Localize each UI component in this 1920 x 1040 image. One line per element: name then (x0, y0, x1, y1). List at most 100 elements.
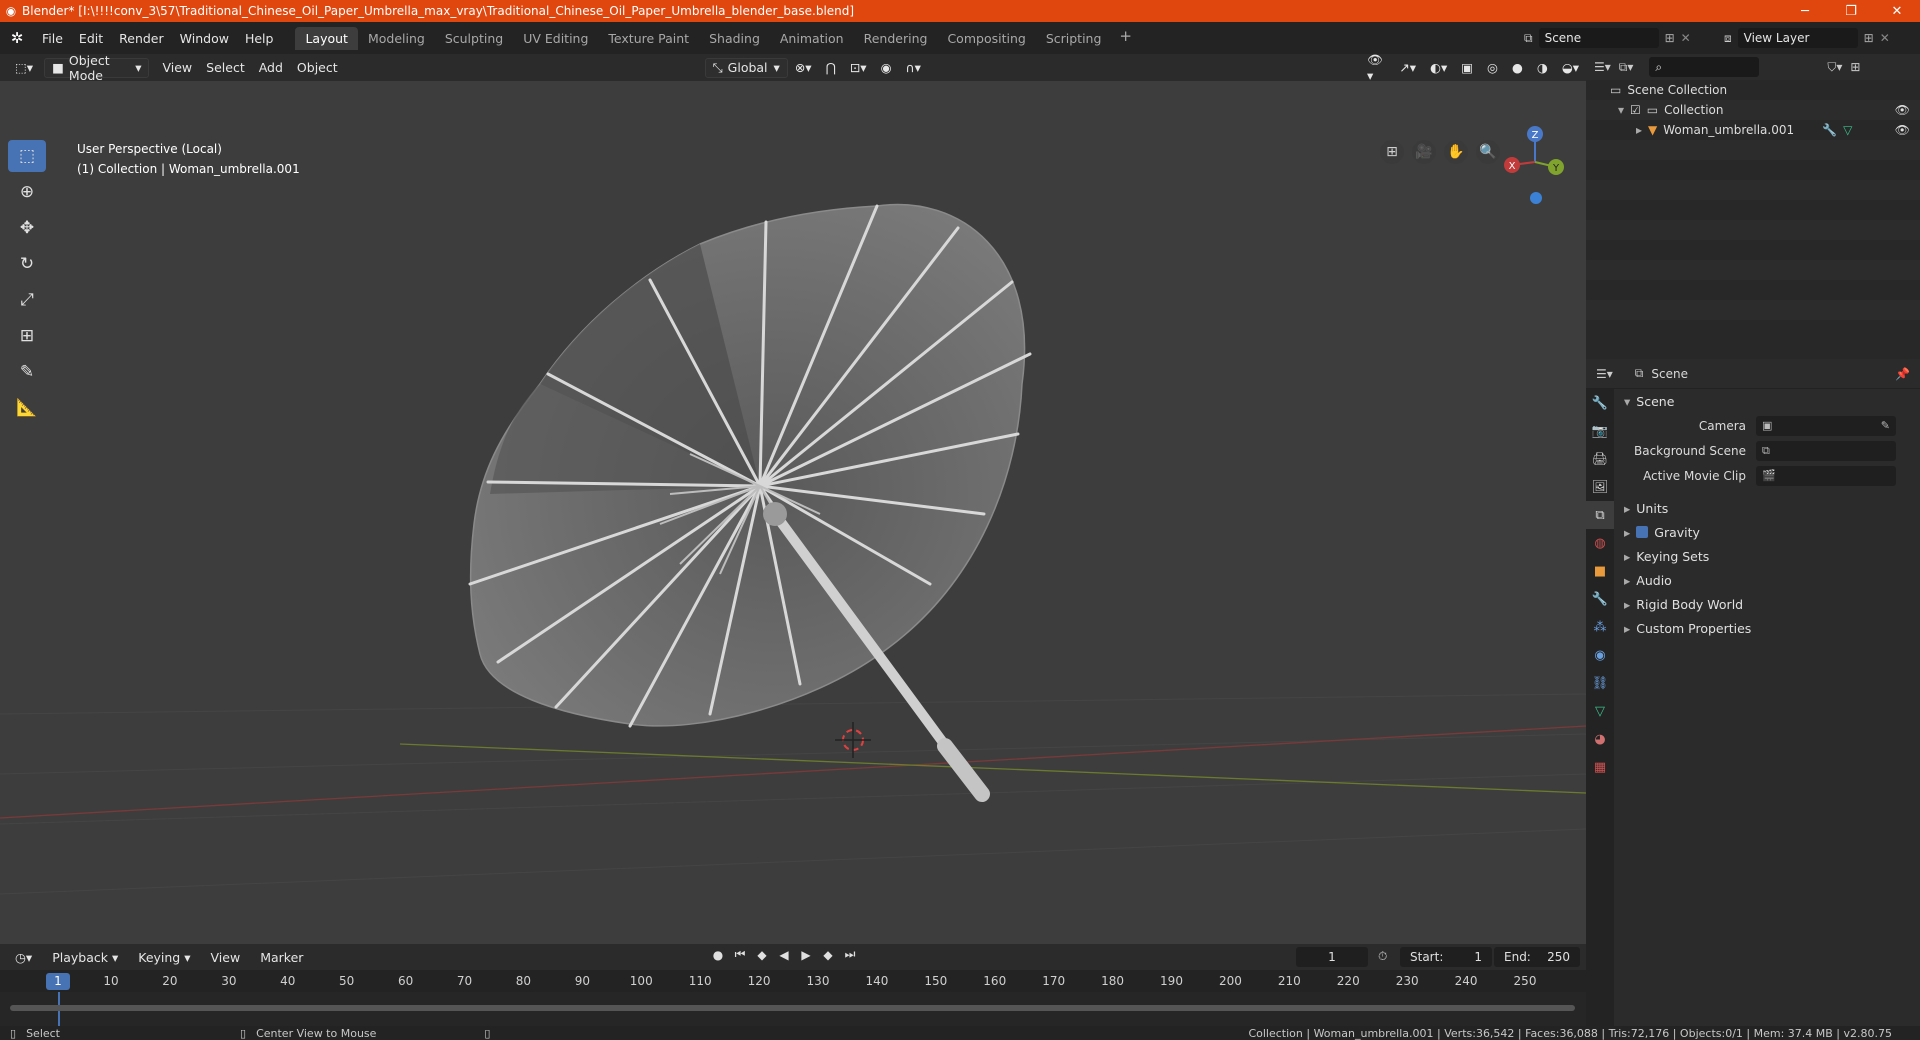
audio-panel[interactable]: ▸ Audio (1614, 568, 1920, 592)
snap-target-icon[interactable]: ⊡▾ (843, 58, 874, 78)
eye-icon[interactable]: 👁 (1895, 103, 1910, 117)
render-tab-icon[interactable]: 📷 (1586, 417, 1614, 445)
timeline-ruler[interactable]: 1 11020304050607080901001101201301401501… (0, 970, 1586, 992)
end-frame-field[interactable]: End: 250 (1494, 947, 1580, 967)
rigid-body-world-panel[interactable]: ▸ Rigid Body World (1614, 592, 1920, 616)
physics-tab-icon[interactable]: ◉ (1586, 641, 1614, 669)
proportional-edit-icon[interactable]: ◉ (874, 58, 899, 78)
umbrella-model[interactable] (468, 203, 1032, 802)
jump-end-icon[interactable]: ⏭ (842, 947, 858, 962)
new-view-layer-icon[interactable]: ⊞ (1864, 31, 1874, 45)
eye-icon[interactable]: 👁 (1895, 123, 1910, 137)
transform-orientation-dropdown[interactable]: ⤡ Global ▾ (704, 57, 788, 78)
expand-arrow-icon[interactable]: ▸ (1636, 123, 1642, 137)
rotate-tool-icon[interactable]: ↻ (8, 248, 46, 280)
particles-tab-icon[interactable]: ⁂ (1586, 613, 1614, 641)
gravity-panel[interactable]: ▸ Gravity (1614, 520, 1920, 544)
transform-tool-icon[interactable]: ⊞ (8, 320, 46, 352)
jump-start-icon[interactable]: ⏮ (732, 947, 748, 962)
current-frame-field[interactable]: 1 (1296, 947, 1368, 967)
menu-keying[interactable]: Keying ▾ (131, 947, 197, 967)
navigation-gizmo[interactable]: Z X Y (1504, 126, 1564, 204)
tab-texture-paint[interactable]: Texture Paint (598, 27, 699, 50)
scene-tab-icon[interactable]: ⧉ (1586, 501, 1614, 529)
pin-icon[interactable]: 📌 (1895, 367, 1910, 381)
mesh-data-icon[interactable]: ▽ (1843, 123, 1852, 137)
modifier-tab-icon[interactable]: 🔧 (1586, 585, 1614, 613)
tab-sculpting[interactable]: Sculpting (435, 27, 513, 50)
collection-checkbox[interactable]: ☑ (1630, 103, 1641, 117)
tab-uv-editing[interactable]: UV Editing (513, 27, 598, 50)
next-keyframe-icon[interactable]: ◆ (820, 948, 836, 962)
overlay-toggle-icon[interactable]: ◐▾ (1423, 58, 1454, 78)
prev-keyframe-icon[interactable]: ◆ (754, 948, 770, 962)
maximize-button[interactable]: ❐ (1828, 4, 1874, 19)
pan-view-icon[interactable]: ✋ (1444, 140, 1468, 164)
xray-toggle-icon[interactable]: ▣ (1454, 58, 1480, 78)
camera-view-icon[interactable]: 🎥 (1412, 140, 1436, 164)
clock-icon[interactable]: ⏱ (1378, 949, 1387, 964)
keying-sets-panel[interactable]: ▸ Keying Sets (1614, 544, 1920, 568)
menu-timeline-view[interactable]: View (204, 947, 248, 967)
tool-tab-icon[interactable]: 🔧 (1586, 389, 1614, 417)
annotate-tool-icon[interactable]: ✎ (8, 356, 46, 388)
background-scene-field[interactable]: ⧉ (1756, 440, 1896, 461)
world-tab-icon[interactable]: ◍ (1586, 529, 1614, 557)
ortho-toggle-icon[interactable]: ⊞ (1380, 140, 1404, 164)
menu-render[interactable]: Render (111, 31, 172, 46)
tab-compositing[interactable]: Compositing (937, 27, 1035, 50)
movie-clip-field[interactable]: 🎬 (1756, 465, 1896, 486)
record-icon[interactable]: ● (710, 948, 726, 962)
timeline-editor-icon[interactable]: ◷▾ (8, 947, 39, 967)
units-panel[interactable]: ▸ Units (1614, 496, 1920, 520)
menu-playback[interactable]: Playback ▾ (45, 947, 125, 967)
object-tab-icon[interactable]: ■ (1586, 557, 1614, 585)
play-reverse-icon[interactable]: ◀ (776, 948, 792, 962)
outliner-editor-icon[interactable]: ☰▾ (1594, 60, 1611, 74)
new-collection-icon[interactable]: ⊞ (1850, 60, 1860, 74)
tab-rendering[interactable]: Rendering (854, 27, 938, 50)
menu-object[interactable]: Object (290, 58, 345, 78)
gravity-checkbox[interactable] (1636, 526, 1649, 538)
properties-editor-icon[interactable]: ☰▾ (1596, 367, 1613, 381)
display-mode-icon[interactable]: ⧉▾ (1619, 60, 1634, 75)
snap-icon[interactable]: ⋂ (819, 58, 843, 78)
play-icon[interactable]: ▶ (798, 948, 814, 962)
tab-shading[interactable]: Shading (699, 27, 770, 50)
expand-arrow-icon[interactable]: ▾ (1618, 103, 1624, 117)
start-frame-field[interactable]: Start: 1 (1400, 947, 1492, 967)
view-layer-tab-icon[interactable]: 🖼 (1586, 473, 1614, 501)
scene-panel-header[interactable]: ▾ Scene (1614, 389, 1920, 413)
move-tool-icon[interactable]: ✥ (8, 212, 46, 244)
zoom-view-icon[interactable]: 🔍 (1476, 140, 1500, 164)
scene-name-field[interactable]: Scene (1538, 28, 1659, 48)
eyedropper-icon[interactable]: ✎ (1881, 419, 1890, 432)
outliner-row-scene-collection[interactable]: ▭ Scene Collection (1586, 80, 1920, 100)
delete-scene-icon[interactable]: ✕ (1681, 31, 1691, 45)
output-tab-icon[interactable]: 🖨 (1586, 445, 1614, 473)
solid-shading-icon[interactable]: ● (1505, 58, 1530, 78)
new-scene-icon[interactable]: ⊞ (1665, 31, 1675, 45)
falloff-icon[interactable]: ∩▾ (899, 58, 928, 78)
menu-select[interactable]: Select (199, 58, 252, 78)
delete-view-layer-icon[interactable]: ✕ (1880, 31, 1890, 45)
menu-view[interactable]: View (155, 58, 199, 78)
outliner-search-input[interactable]: ⌕ (1649, 57, 1760, 77)
camera-field[interactable]: ▣ ✎ (1756, 415, 1896, 436)
menu-window[interactable]: Window (172, 31, 237, 46)
modifier-wrench-icon[interactable]: 🔧 (1822, 123, 1837, 137)
constraints-tab-icon[interactable]: ⛓ (1586, 669, 1614, 697)
tab-layout[interactable]: Layout (295, 26, 358, 50)
pivot-point-icon[interactable]: ⊗▾ (788, 58, 819, 78)
timeline-scrollbar[interactable] (10, 1005, 1575, 1011)
rendered-shading-icon[interactable]: ◒▾ (1555, 58, 1586, 78)
select-box-icon[interactable]: ⬚ (8, 140, 46, 172)
tab-scripting[interactable]: Scripting (1036, 27, 1112, 50)
wireframe-shading-icon[interactable]: ◎ (1480, 58, 1505, 78)
blender-menu-icon[interactable]: ✲ (0, 29, 34, 47)
gizmo-toggle-icon[interactable]: ↗▾ (1392, 58, 1423, 78)
menu-help[interactable]: Help (237, 31, 282, 46)
close-button[interactable]: ✕ (1874, 4, 1920, 19)
current-frame-indicator[interactable]: 1 (46, 973, 70, 990)
material-tab-icon[interactable]: ◕ (1586, 725, 1614, 753)
